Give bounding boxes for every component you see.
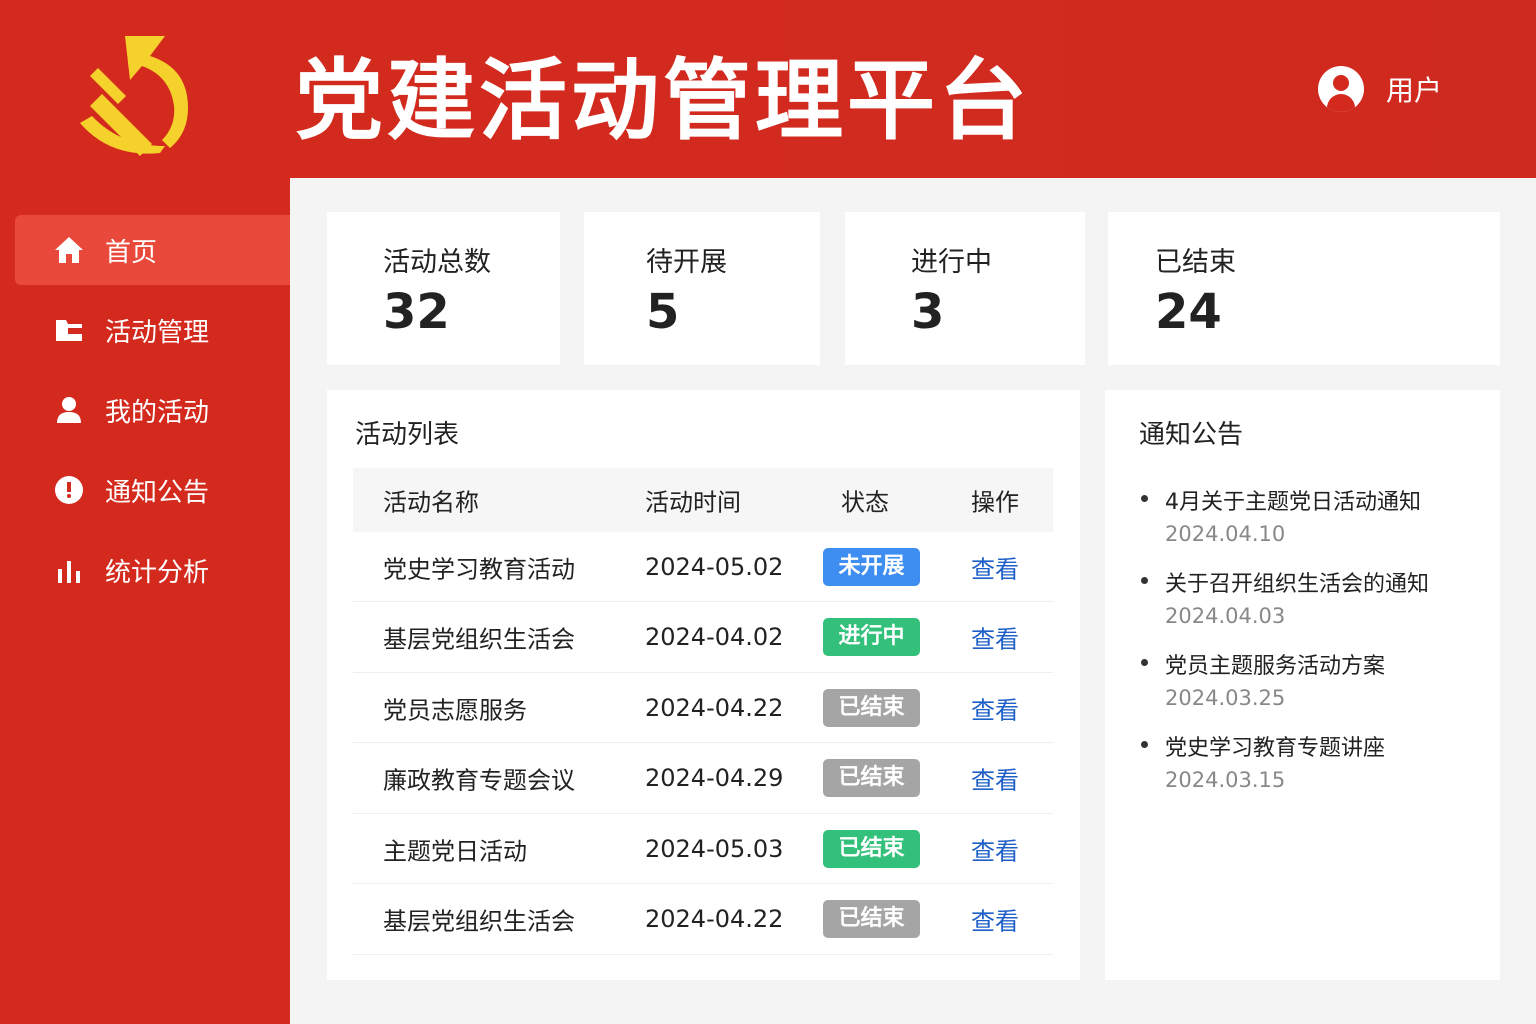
activity-date: 2024-04.22 [645, 693, 784, 722]
app-title: 党建活动管理平台 [295, 49, 1032, 152]
stat-label: 活动总数 [383, 247, 491, 278]
table-row: 党员志愿服务 2024-04.22 已结束 查看 [353, 673, 1053, 743]
sidebar-item-home[interactable]: 首页 [15, 215, 290, 285]
stat-value: 3 [911, 284, 945, 340]
activity-name: 廉政教育专题会议 [383, 766, 575, 795]
activity-name: 基层党组织生活会 [383, 907, 575, 936]
notice-item-date: 2024.03.15 [1165, 768, 1286, 792]
activity-date: 2024-04.02 [645, 623, 784, 651]
view-link[interactable]: 查看 [971, 620, 1019, 655]
sidebar-item-label: 我的活动 [105, 397, 210, 428]
party-emblem-icon [80, 36, 188, 156]
table-row: 基层党组织生活会 2024-04.22 已结束 查看 [353, 885, 1053, 955]
activity-date: 2024-04.22 [645, 905, 784, 933]
status-badge: 已结束 [823, 759, 920, 797]
sidebar-item-notices[interactable]: 通知公告 [15, 455, 290, 525]
stat-value: 24 [1155, 284, 1222, 340]
notice-item-date: 2024.04.03 [1165, 604, 1286, 628]
sidebar-item-label: 首页 [105, 237, 158, 268]
sidebar-item-activity-management[interactable]: 活动管理 [15, 295, 290, 365]
sidebar-item-label: 通知公告 [105, 477, 210, 508]
stat-card-pending: 待开展 5 [584, 212, 820, 365]
column-header: 状态 [841, 488, 889, 517]
stat-card-in-progress: 进行中 3 [845, 212, 1085, 365]
stat-card-total: 活动总数 32 [327, 212, 560, 365]
user-label: 用户 [1386, 74, 1443, 107]
notice-item-title: 4月关于主题党日活动通知 [1139, 484, 1421, 516]
table-row: 廉政教育专题会议 2024-04.29 已结束 查看 [353, 744, 1053, 814]
status-badge: 已结束 [823, 900, 920, 938]
status-badge: 未开展 [823, 547, 920, 586]
table-row: 基层党组织生活会 2024-04.02 进行中 查看 [353, 603, 1053, 673]
stat-label: 进行中 [911, 247, 992, 278]
stat-value: 32 [383, 284, 450, 340]
notice-item-title: 党员主题服务活动方案 [1139, 648, 1385, 680]
activity-list-title: 活动列表 [355, 420, 460, 450]
notice-item[interactable]: 党史学习教育专题讲座 2024.03.15 [1139, 730, 1385, 792]
stat-label: 待开展 [646, 247, 727, 278]
notice-item-title: 关于召开组织生活会的通知 [1139, 566, 1429, 598]
notice-item[interactable]: 4月关于主题党日活动通知 2024.04.10 [1139, 484, 1421, 546]
activity-name: 党员志愿服务 [383, 696, 527, 724]
activity-name: 主题党日活动 [383, 837, 527, 865]
user-icon [53, 394, 85, 426]
status-badge: 已结束 [823, 829, 920, 868]
column-header: 操作 [971, 488, 1019, 517]
table-row: 党史学习教育活动 2024-05.02 未开展 查看 [353, 532, 1053, 602]
activity-date: 2024-05.03 [645, 834, 784, 863]
view-link[interactable]: 查看 [971, 902, 1019, 937]
view-link[interactable]: 查看 [971, 549, 1019, 584]
column-header: 活动名称 [383, 488, 479, 517]
sidebar: 首页 活动管理 我的活动 通知公告 统计分析 [0, 178, 290, 1024]
stat-value: 5 [646, 284, 680, 340]
notice-item-title: 党史学习教育专题讲座 [1139, 730, 1385, 762]
view-link[interactable]: 查看 [971, 831, 1019, 866]
table-header: 活动名称 活动时间 状态 操作 [353, 468, 1053, 532]
user-avatar-icon [1318, 66, 1364, 112]
status-badge: 进行中 [823, 618, 920, 656]
activity-list-card: 活动列表 活动名称 活动时间 状态 操作 党史学习教育活动 2024-05.02… [327, 390, 1080, 980]
info-icon [53, 474, 85, 506]
notice-card: 通知公告 4月关于主题党日活动通知 2024.04.10 关于召开组织生活会的通知… [1105, 390, 1500, 980]
notice-item[interactable]: 关于召开组织生活会的通知 2024.04.03 [1139, 566, 1429, 628]
activity-date: 2024-05.02 [645, 552, 784, 581]
sidebar-item-my-activities[interactable]: 我的活动 [15, 375, 290, 445]
notice-item-date: 2024.03.25 [1165, 686, 1286, 710]
activity-name: 基层党组织生活会 [383, 625, 575, 654]
activity-date: 2024-04.29 [645, 764, 784, 792]
view-link[interactable]: 查看 [971, 761, 1019, 796]
sidebar-item-statistics[interactable]: 统计分析 [15, 535, 290, 605]
notice-item[interactable]: 党员主题服务活动方案 2024.03.25 [1139, 648, 1385, 710]
status-badge: 已结束 [823, 688, 920, 727]
view-link[interactable]: 查看 [971, 690, 1019, 725]
stat-label: 已结束 [1155, 247, 1236, 278]
sidebar-item-label: 活动管理 [105, 317, 210, 348]
folder-icon [53, 314, 85, 346]
home-icon [53, 234, 85, 266]
table-row: 主题党日活动 2024-05.03 已结束 查看 [353, 814, 1053, 884]
user-menu[interactable]: 用户 [1318, 66, 1442, 112]
notice-item-date: 2024.04.10 [1165, 522, 1286, 546]
header: 党建活动管理平台 用户 [0, 0, 1536, 178]
notice-title: 通知公告 [1139, 420, 1244, 450]
bar-chart-icon [53, 554, 85, 586]
stat-card-finished: 已结束 24 [1108, 212, 1500, 365]
activity-name: 党史学习教育活动 [383, 555, 575, 583]
sidebar-item-label: 统计分析 [105, 557, 210, 588]
column-header: 活动时间 [645, 488, 741, 517]
